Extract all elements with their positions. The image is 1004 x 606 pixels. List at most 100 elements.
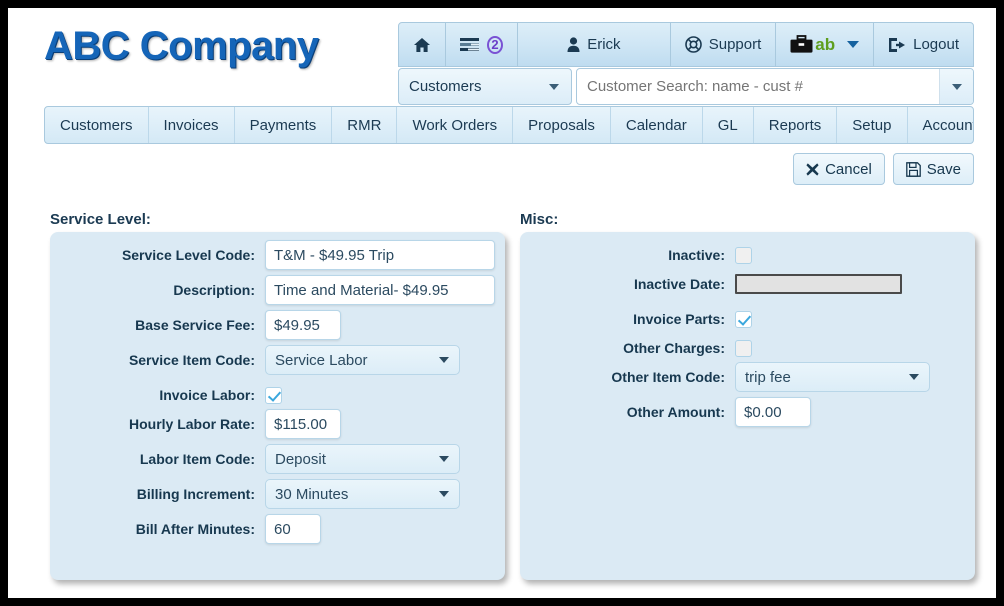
nav-tab-gl[interactable]: GL — [703, 107, 754, 143]
invoice-parts-checkbox[interactable] — [735, 310, 752, 328]
chevron-down-icon — [951, 83, 962, 90]
cancel-label: Cancel — [825, 160, 872, 178]
nav-tab-setup[interactable]: Setup — [837, 107, 908, 143]
nav-tab-calendar[interactable]: Calendar — [611, 107, 703, 143]
tasks-button[interactable]: 2 — [446, 23, 518, 66]
company-switch-button[interactable]: ab — [776, 23, 875, 66]
form-row: Base Service Fee: — [50, 310, 505, 340]
chevron-down-icon — [847, 41, 860, 48]
nav-tab-rmr[interactable]: RMR — [332, 107, 398, 143]
home-button[interactable] — [399, 23, 446, 66]
nav-tab-accounting[interactable]: Accounting — [908, 107, 974, 143]
labor-item-code-select-value: Deposit — [275, 450, 326, 468]
close-x-icon — [806, 162, 819, 176]
form-row: Service Level Code: — [50, 240, 505, 270]
form-row: Description: — [50, 275, 505, 305]
invoice-labor-checkbox[interactable] — [265, 386, 282, 404]
cancel-button[interactable]: Cancel — [793, 153, 885, 185]
field-label: Bill After Minutes: — [135, 521, 255, 537]
chevron-down-icon — [909, 374, 919, 380]
user-toolbar: 2 Erick Support ab Logout — [398, 22, 974, 67]
form-row: Invoice Labor: — [50, 381, 505, 409]
base-service-fee-input[interactable] — [265, 310, 341, 340]
form-row: Inactive: — [520, 241, 975, 269]
form-row: Other Item Code: trip fee — [520, 362, 975, 392]
field-label: Billing Increment: — [136, 486, 255, 502]
service-level-panel: Service Level Code: Description: Base Serv… — [50, 232, 505, 580]
labor-item-code-select[interactable]: Deposit — [265, 444, 460, 474]
logout-button[interactable]: Logout — [874, 23, 973, 66]
nav-tab-label: Invoices — [163, 116, 219, 134]
module-select[interactable]: Customers — [398, 68, 572, 105]
company-abbrev-label: ab — [815, 34, 836, 54]
misc-section-title: Misc: — [520, 211, 559, 228]
form-row: Billing Increment: 30 Minutes — [50, 479, 505, 509]
support-button[interactable]: Support — [671, 23, 777, 66]
nav-tab-work-orders[interactable]: Work Orders — [397, 107, 514, 143]
app-header: ABC Company 2 Erick Support ab Logout Cu… — [8, 8, 996, 144]
billing-increment-select[interactable]: 30 Minutes — [265, 479, 460, 509]
chevron-down-icon — [439, 357, 449, 363]
chevron-down-icon — [439, 491, 449, 497]
nav-tab-proposals[interactable]: Proposals — [513, 107, 611, 143]
nav-tab-label: Setup — [852, 116, 892, 134]
form-actions: Cancel Save — [793, 153, 974, 185]
nav-tab-label: Accounting — [922, 116, 974, 134]
chevron-down-icon — [439, 456, 449, 462]
floppy-disk-icon — [905, 161, 921, 177]
nav-tab-label: Customers — [60, 116, 133, 134]
nav-tab-label: GL — [717, 116, 738, 134]
service-level-code-input[interactable] — [265, 240, 495, 270]
inactive-date-field[interactable] — [735, 274, 902, 294]
nav-tab-reports[interactable]: Reports — [754, 107, 838, 143]
field-label: Labor Item Code: — [139, 451, 255, 467]
nav-tab-invoices[interactable]: Invoices — [149, 107, 235, 143]
field-label: Base Service Fee: — [135, 317, 255, 333]
home-icon — [413, 37, 431, 53]
nav-tab-payments[interactable]: Payments — [235, 107, 333, 143]
user-name-label: Erick — [587, 36, 621, 53]
inactive-checkbox[interactable] — [735, 246, 752, 264]
field-label: Service Item Code: — [128, 352, 255, 368]
form-row: Bill After Minutes: — [50, 514, 505, 544]
field-label: Other Item Code: — [611, 369, 725, 385]
other-item-code-select[interactable]: trip fee — [735, 362, 930, 392]
logout-label: Logout — [913, 36, 959, 53]
form-row: Service Item Code: Service Labor — [50, 345, 505, 375]
form-row: Labor Item Code: Deposit — [50, 444, 505, 474]
bill-after-minutes-input[interactable] — [265, 514, 321, 544]
nav-tab-customers[interactable]: Customers — [45, 107, 149, 143]
billing-increment-select-value: 30 Minutes — [275, 485, 349, 503]
save-label: Save — [926, 160, 961, 178]
form-row: Other Charges: — [520, 334, 975, 362]
form-row: Hourly Labor Rate: — [50, 409, 505, 439]
field-label: Service Level Code: — [121, 247, 255, 263]
briefcase-icon — [790, 35, 814, 54]
field-label: Inactive: — [668, 247, 725, 263]
hourly-labor-rate-input[interactable] — [265, 409, 341, 439]
field-label: Invoice Parts: — [633, 311, 725, 327]
form-row: Other Amount: — [520, 397, 975, 427]
search-box — [576, 68, 974, 105]
lifebuoy-icon — [684, 36, 702, 53]
service-level-section-title: Service Level: — [50, 211, 151, 228]
logout-icon — [888, 37, 906, 53]
save-button[interactable]: Save — [892, 153, 974, 185]
other-item-code-select-value: trip fee — [745, 368, 791, 386]
nav-tab-label: Proposals — [528, 116, 595, 134]
field-label: Other Charges: — [623, 340, 725, 356]
other-charges-checkbox[interactable] — [735, 339, 752, 357]
other-amount-input[interactable] — [735, 397, 811, 427]
description-input[interactable] — [265, 275, 495, 305]
service-item-code-select[interactable]: Service Labor — [265, 345, 460, 375]
nav-tab-label: Calendar — [625, 116, 687, 134]
tasks-list-icon — [460, 37, 480, 53]
form-row: Invoice Parts: — [520, 305, 975, 333]
user-menu-button[interactable]: Erick — [518, 23, 671, 66]
search-input[interactable] — [577, 78, 939, 95]
search-row: Customers — [398, 68, 974, 105]
nav-tab-label: Reports — [768, 116, 822, 134]
search-dropdown-button[interactable] — [939, 69, 973, 104]
nav-tab-label: Payments — [249, 116, 317, 134]
main-navigation: Customers Invoices Payments RMR Work Orders P… — [44, 106, 974, 144]
